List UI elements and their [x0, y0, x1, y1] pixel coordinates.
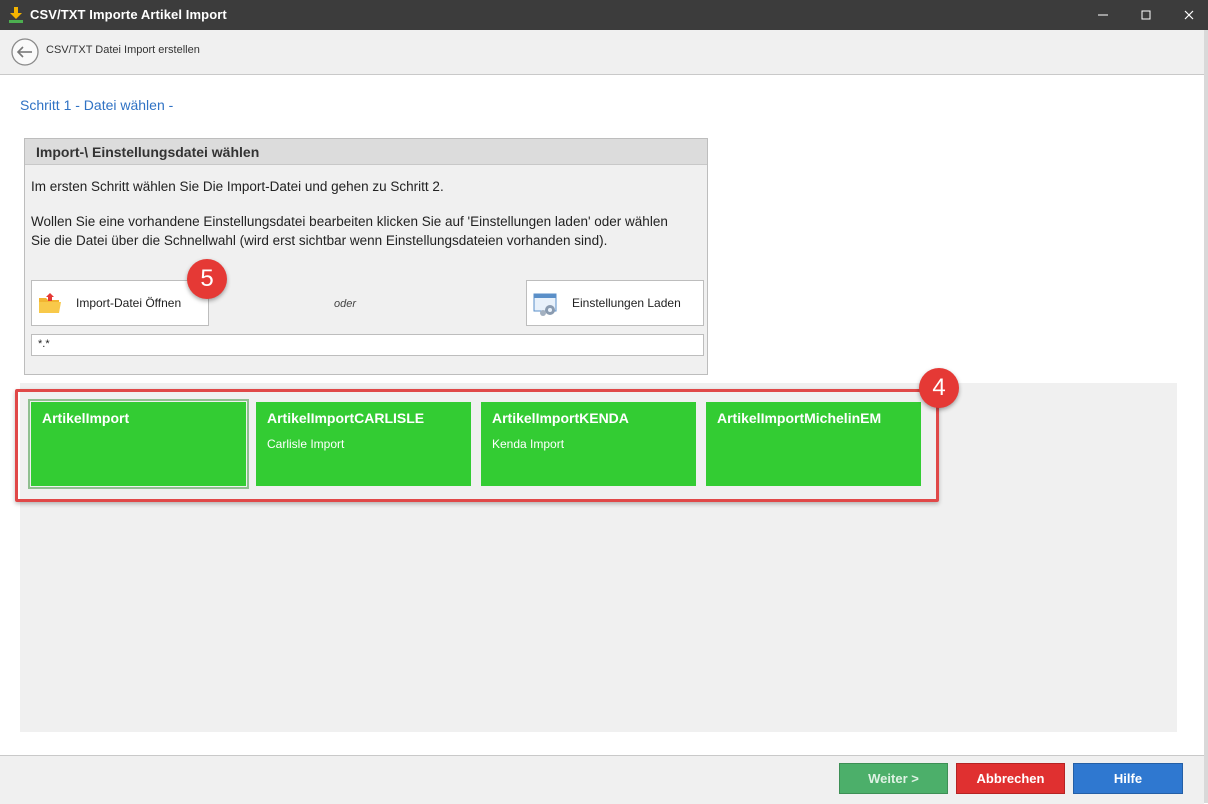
panel-instruction-1: Im ersten Schritt wählen Sie Die Import-… [31, 179, 444, 194]
callout-badge-tiles: 4 [919, 368, 959, 408]
panel-header: Import-\ Einstellungsdatei wählen [25, 139, 707, 165]
back-button[interactable] [11, 38, 39, 66]
panel-instruction-3: Sie die Datei über die Schnellwahl (wird… [31, 233, 608, 248]
open-import-file-label: Import-Datei Öffnen [76, 296, 182, 310]
file-filter-input[interactable]: *.* [31, 334, 704, 356]
settings-file-icon [533, 293, 559, 320]
panel-title: Import-\ Einstellungsdatei wählen [36, 144, 260, 160]
window-title: CSV/TXT Importe Artikel Import [30, 7, 227, 22]
import-settings-panel: Import-\ Einstellungsdatei wählen Im ers… [24, 138, 708, 375]
minimize-button[interactable] [1080, 0, 1126, 30]
maximize-button[interactable] [1123, 0, 1169, 30]
help-button[interactable]: Hilfe [1073, 763, 1183, 794]
cancel-button[interactable]: Abbrechen [956, 763, 1065, 794]
download-icon [9, 7, 23, 23]
folder-open-icon [38, 293, 62, 318]
panel-instruction-2: Wollen Sie eine vorhandene Einstellungsd… [31, 214, 668, 229]
title-bar: CSV/TXT Importe Artikel Import [0, 0, 1208, 30]
nav-bar: CSV/TXT Datei Import erstellen [0, 30, 1204, 75]
step-title: Schritt 1 - Datei wählen - [20, 97, 174, 113]
load-settings-button[interactable]: Einstellungen Laden [526, 280, 704, 326]
arrow-left-icon [11, 38, 39, 66]
load-settings-label: Einstellungen Laden [572, 296, 681, 310]
callout-badge-open: 5 [187, 259, 227, 299]
or-text: oder [334, 298, 357, 310]
close-button[interactable] [1166, 0, 1208, 30]
open-import-file-button[interactable]: Import-Datei Öffnen [31, 280, 209, 326]
tiles-highlight-box [15, 389, 939, 502]
window-border [1204, 30, 1208, 803]
next-button[interactable]: Weiter > [839, 763, 948, 794]
nav-title: CSV/TXT Datei Import erstellen [46, 44, 200, 56]
